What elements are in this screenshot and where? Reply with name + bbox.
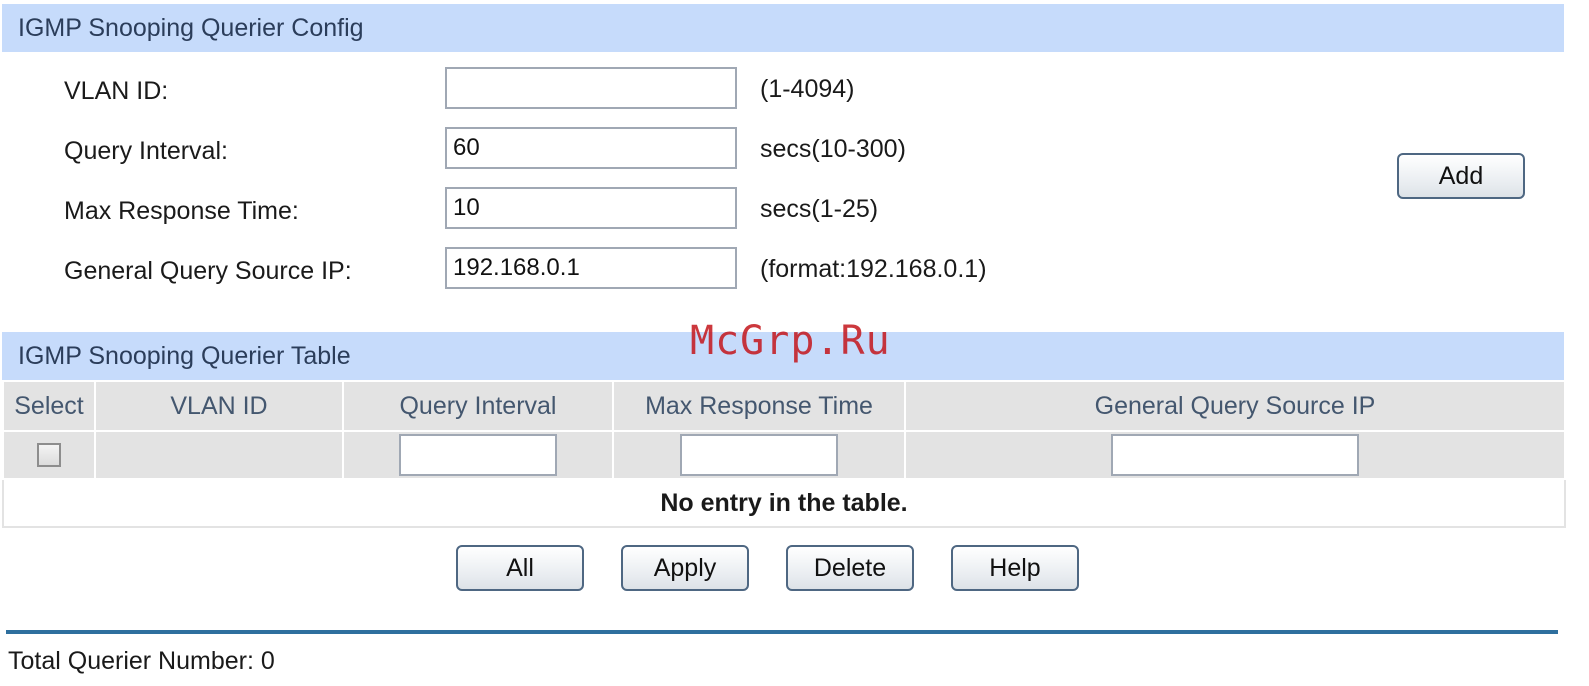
max-response-time-hint: secs(1-25) (760, 195, 879, 223)
column-header-general-query-source-ip: General Query Source IP (904, 380, 1566, 432)
query-interval-filter-input[interactable] (399, 434, 557, 476)
max-response-time-filter-cell (612, 430, 906, 480)
total-querier-number: Total Querier Number: 0 (8, 647, 275, 675)
column-header-select: Select (2, 380, 96, 432)
max-response-time-filter-input[interactable] (680, 434, 838, 476)
general-query-source-ip-label: General Query Source IP: (64, 257, 352, 285)
general-query-source-ip-hint: (format:192.168.0.1) (760, 255, 987, 283)
max-response-time-input[interactable] (445, 187, 737, 229)
general-query-source-ip-filter-input[interactable] (1111, 434, 1359, 476)
select-all-checkbox[interactable] (37, 443, 61, 467)
add-button[interactable]: Add (1397, 153, 1525, 199)
delete-button[interactable]: Delete (786, 545, 914, 591)
apply-button[interactable]: Apply (621, 545, 749, 591)
select-all-cell (2, 430, 96, 480)
vlan-id-hint: (1-4094) (760, 75, 855, 103)
table-filter-row (2, 430, 1566, 480)
query-interval-label: Query Interval: (64, 137, 228, 165)
column-header-max-response-time: Max Response Time (612, 380, 906, 432)
table-header-row: Select VLAN ID Query Interval Max Respon… (2, 380, 1566, 432)
max-response-time-label: Max Response Time: (64, 197, 299, 225)
all-button[interactable]: All (456, 545, 584, 591)
help-button[interactable]: Help (951, 545, 1079, 591)
query-interval-filter-cell (342, 430, 614, 480)
vlan-id-filter-cell (94, 430, 344, 480)
query-interval-hint: secs(10-300) (760, 135, 906, 163)
general-query-source-ip-input[interactable] (445, 247, 737, 289)
config-section-header: IGMP Snooping Querier Config (2, 4, 1564, 52)
column-header-query-interval: Query Interval (342, 380, 614, 432)
footer-divider (6, 630, 1558, 634)
general-query-source-ip-filter-cell (904, 430, 1566, 480)
vlan-id-input[interactable] (445, 67, 737, 109)
table-empty-row: No entry in the table. (2, 478, 1566, 528)
query-interval-input[interactable] (445, 127, 737, 169)
vlan-id-label: VLAN ID: (64, 77, 169, 105)
empty-table-message: No entry in the table. (2, 478, 1566, 528)
querier-table: Select VLAN ID Query Interval Max Respon… (2, 380, 1566, 528)
column-header-vlan-id: VLAN ID (94, 380, 344, 432)
watermark-text: McGrp.Ru (690, 318, 891, 364)
